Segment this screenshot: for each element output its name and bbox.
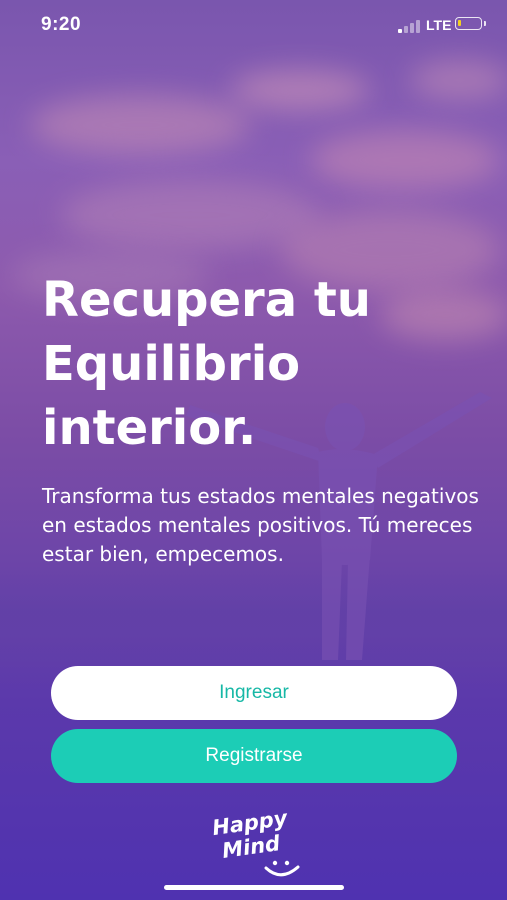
home-indicator[interactable] xyxy=(164,885,344,890)
battery-level xyxy=(458,20,461,26)
headline-line: Recupera tu xyxy=(42,272,371,328)
login-button[interactable]: Ingresar xyxy=(51,666,457,720)
status-time: 9:20 xyxy=(41,14,82,35)
headline-line: interior. xyxy=(42,400,257,456)
network-type: LTE xyxy=(426,17,452,33)
subtitle: Transforma tus estados mentales negativo… xyxy=(42,484,479,566)
battery-icon xyxy=(455,17,486,30)
register-button[interactable]: Registrarse xyxy=(51,729,457,783)
status-bar: 9:20 LTE xyxy=(0,0,507,50)
headline: Recupera tu Equilibrio interior. xyxy=(42,268,472,460)
welcome-screen: 9:20 LTE Recupera tu Equilibrio interior… xyxy=(0,0,507,900)
smile-icon xyxy=(264,860,300,877)
signal-strength-icon xyxy=(398,19,422,33)
headline-line: Equilibrio xyxy=(42,336,301,392)
happy-mind-logo: Happy Mind xyxy=(204,806,304,884)
